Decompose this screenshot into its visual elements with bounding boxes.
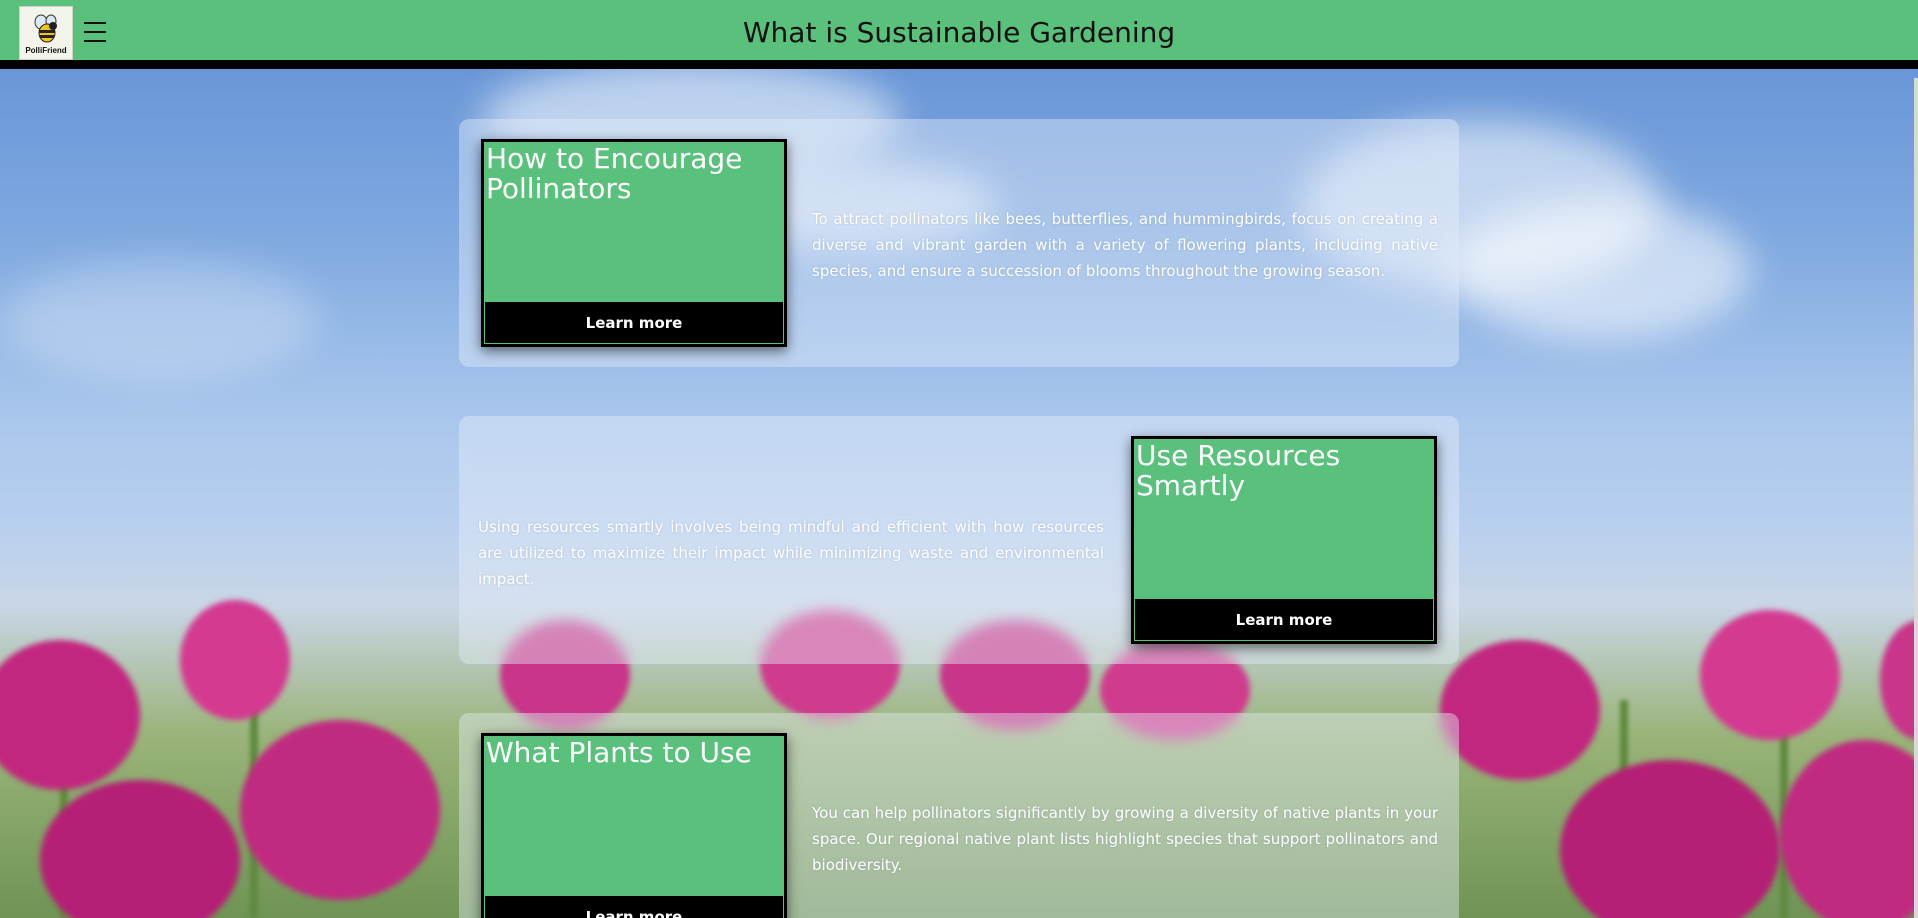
section-description: To attract pollinators like bees, butter…: [812, 210, 1438, 280]
section-encourage-pollinators: How to Encourage Pollinators Learn more …: [459, 119, 1459, 367]
card-title: What Plants to Use: [486, 736, 752, 769]
card-title: Use Resources Smartly: [1136, 439, 1341, 502]
top-navbar: PolliFriend What is Sustainable Gardenin…: [0, 0, 1918, 69]
card-title: How to Encourage Pollinators: [486, 142, 743, 205]
card-use-resources: Use Resources Smartly Learn more: [1131, 436, 1437, 644]
section-use-resources: Using resources smartly involves being m…: [459, 416, 1459, 664]
card-what-plants: What Plants to Use Learn more: [481, 733, 787, 918]
page-title: What is Sustainable Gardening: [742, 16, 1176, 49]
learn-more-button[interactable]: Learn more: [484, 895, 784, 918]
learn-more-button[interactable]: Learn more: [1134, 598, 1434, 641]
section-description: Using resources smartly involves being m…: [478, 518, 1104, 588]
page-scrollbar[interactable]: [1914, 78, 1918, 918]
section-what-plants: What Plants to Use Learn more You can he…: [459, 713, 1459, 918]
card-encourage-pollinators: How to Encourage Pollinators Learn more: [481, 139, 787, 347]
learn-more-button[interactable]: Learn more: [484, 301, 784, 344]
section-description: You can help pollinators significantly b…: [812, 804, 1438, 874]
